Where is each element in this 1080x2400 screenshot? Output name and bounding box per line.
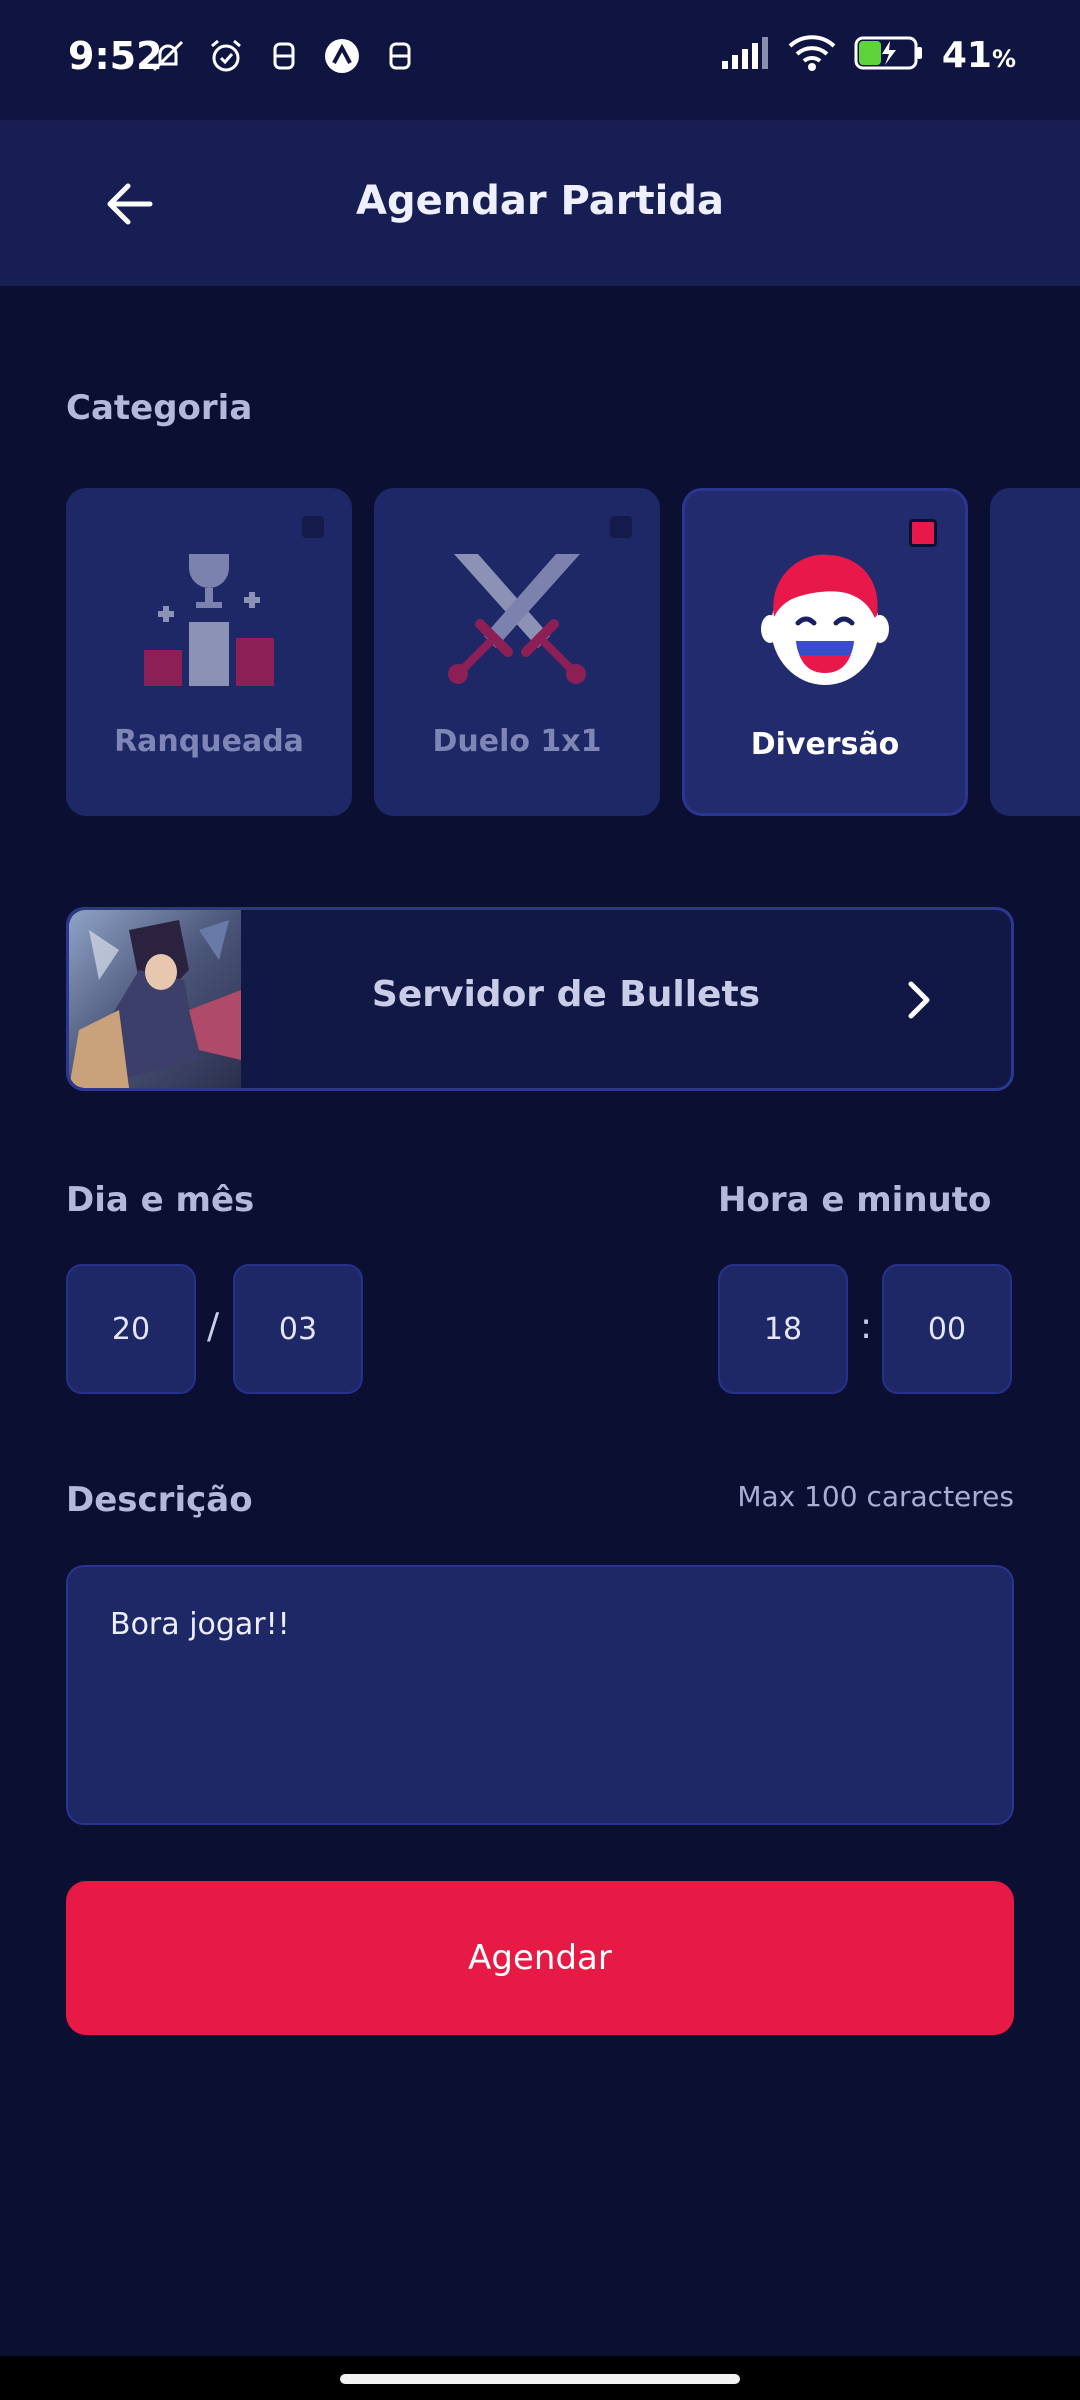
category-label-ranqueada: Ranqueada bbox=[114, 724, 304, 759]
minute-input[interactable]: 00 bbox=[882, 1264, 1012, 1394]
laughing-face-icon bbox=[685, 547, 965, 697]
month-input[interactable]: 03 bbox=[233, 1264, 363, 1394]
notification-icon bbox=[380, 36, 420, 76]
trophy-podium-icon bbox=[66, 544, 352, 694]
date-separator: / bbox=[207, 1306, 220, 1347]
category-partial-icon bbox=[990, 544, 1080, 694]
description-label: Descrição bbox=[66, 1480, 253, 1520]
signal-icon bbox=[720, 35, 770, 75]
notification-icon bbox=[264, 36, 304, 76]
category-card-ranqueada[interactable]: Ranqueada bbox=[66, 488, 352, 816]
date-label: Dia e mês bbox=[66, 1180, 255, 1220]
app-icon bbox=[322, 36, 362, 76]
hour-input[interactable]: 18 bbox=[718, 1264, 848, 1394]
status-system: 41% bbox=[720, 34, 1016, 76]
mute-icon bbox=[148, 36, 188, 76]
wifi-icon bbox=[788, 34, 836, 76]
battery-level: 41% bbox=[942, 35, 1016, 76]
home-indicator[interactable] bbox=[340, 2374, 740, 2384]
category-checkbox[interactable] bbox=[302, 516, 324, 538]
battery-unit: % bbox=[991, 44, 1016, 73]
status-notifications bbox=[148, 36, 420, 76]
crossed-swords-icon bbox=[374, 544, 660, 694]
category-checkbox[interactable] bbox=[610, 516, 632, 538]
schedule-button[interactable]: Agendar bbox=[66, 1881, 1014, 2035]
app-bar: Agendar Partida bbox=[0, 120, 1080, 286]
time-separator: : bbox=[860, 1306, 873, 1347]
day-input[interactable]: 20 bbox=[66, 1264, 196, 1394]
server-name: Servidor de Bullets bbox=[371, 974, 761, 1015]
page-title: Agendar Partida bbox=[356, 178, 724, 224]
battery-percent: 41 bbox=[941, 34, 992, 76]
description-limit: Max 100 caracteres bbox=[737, 1480, 1014, 1513]
alarm-icon bbox=[206, 36, 246, 76]
category-label-diversao: Diversão bbox=[750, 727, 900, 762]
category-checkbox-checked[interactable] bbox=[909, 519, 937, 547]
status-bar: 9:52 41% bbox=[0, 0, 1080, 120]
chevron-right-icon bbox=[908, 981, 930, 1019]
category-card-partial[interactable] bbox=[990, 488, 1080, 816]
server-selector[interactable]: Servidor de Bullets bbox=[66, 907, 1014, 1091]
battery-charging-icon bbox=[854, 35, 924, 75]
category-card-duelo[interactable]: Duelo 1x1 bbox=[374, 488, 660, 816]
server-thumbnail bbox=[69, 910, 241, 1088]
category-label: Categoria bbox=[66, 388, 253, 428]
description-textarea[interactable]: Bora jogar!! bbox=[66, 1565, 1014, 1825]
time-label: Hora e minuto bbox=[718, 1180, 992, 1220]
category-carousel[interactable]: Ranqueada Duelo 1x1 Diversão bbox=[66, 488, 1080, 818]
category-label-duelo: Duelo 1x1 bbox=[432, 724, 602, 759]
category-card-diversao[interactable]: Diversão bbox=[682, 488, 968, 816]
